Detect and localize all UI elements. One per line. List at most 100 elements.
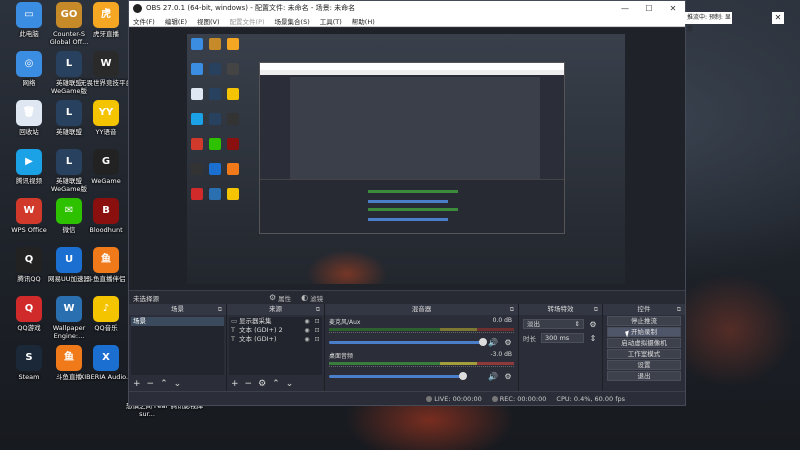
dock-close-icon[interactable]: ⧉	[594, 304, 598, 315]
speaker-icon[interactable]: 🔊	[487, 338, 499, 347]
visibility-eye-icon[interactable]: ◉	[302, 326, 312, 335]
settings-button[interactable]: 设置	[607, 360, 681, 370]
lock-icon[interactable]: ⊡	[312, 326, 322, 335]
rec-indicator-icon	[491, 395, 498, 402]
transition-type-select[interactable]: 淡出 ⇕	[523, 319, 584, 329]
app-icon: W	[16, 198, 42, 224]
app-icon: YY	[93, 100, 119, 126]
app-icon: Q	[16, 247, 42, 273]
gear-icon[interactable]: ⚙	[588, 320, 598, 329]
desktop-icon-label: QQ音乐	[94, 324, 118, 332]
dock-close-icon[interactable]: ⧉	[510, 304, 514, 315]
cpu-fps-status: CPU: 0.4%, 60.00 fps	[556, 394, 625, 403]
gear-icon[interactable]: ⚙	[258, 379, 266, 389]
move-down-icon[interactable]: ⌄	[286, 379, 294, 389]
remove-icon[interactable]: −	[245, 379, 253, 389]
no-source-selected-label: 未选择源	[133, 294, 159, 303]
desktop-icon[interactable]: YY YY语音	[79, 100, 133, 136]
window-title: OBS 27.0.1 (64-bit, windows) - 配置文件: 未命名…	[146, 4, 356, 12]
exit-button[interactable]: 退出	[607, 371, 681, 381]
visibility-eye-icon[interactable]: ◉	[302, 317, 312, 326]
app-icon: 🗑	[16, 100, 42, 126]
desktop-icon[interactable]: ♪ QQ音乐	[79, 296, 133, 332]
visibility-eye-icon[interactable]: ◉	[302, 335, 312, 344]
text-icon: T	[231, 326, 235, 334]
preview-area[interactable]	[129, 28, 685, 290]
window-titlebar: OBS 27.0.1 (64-bit, windows) - 配置文件: 未命名…	[129, 1, 685, 15]
dock-close-icon[interactable]: ⧉	[316, 304, 320, 315]
desktop-icon[interactable]: B Bloodhunt	[79, 198, 133, 234]
transitions-dock: 转场特效 ⧉ 淡出 ⇕ ⚙ 时长 300 ms ⇕	[519, 304, 603, 391]
source-item[interactable]: T 文本 (GDI+) ◉ ⊡	[229, 335, 322, 344]
mixer-track-mic: 麦克风/Aux 0.0 dB 🔊 ⚙	[329, 317, 514, 347]
lock-icon[interactable]: ⊡	[312, 317, 322, 326]
minimize-button[interactable]: —	[613, 4, 637, 13]
preview-canvas[interactable]	[187, 34, 625, 284]
scene-item[interactable]: 场景	[131, 317, 224, 326]
speaker-icon[interactable]: 🔊	[487, 372, 499, 381]
menu-edit[interactable]: 编辑(E)	[165, 16, 187, 26]
volume-slider[interactable]	[329, 372, 467, 380]
menu-scene-collection[interactable]: 场景集合(S)	[275, 16, 310, 26]
docks: 场景 ⧉ 场景 + − ⌃ ⌄ 来源 ⧉ ▭ 显示器采集 ◉ ⊡ T 文本 (G…	[129, 304, 685, 391]
app-icon: W	[93, 51, 119, 77]
move-up-icon[interactable]: ⌃	[272, 379, 280, 389]
start-virtual-camera-button[interactable]: 启动虚拟摄像机	[607, 338, 681, 348]
gear-icon: ⚙	[269, 293, 277, 302]
status-bar: LIVE: 00:00:00 REC: 00:00:00 CPU: 0.4%, …	[129, 391, 685, 405]
studio-mode-button[interactable]: 工作室模式	[607, 349, 681, 359]
filter-icon: ◐	[301, 293, 309, 302]
scenes-dock-title: 场景 ⧉	[129, 304, 226, 315]
duration-input[interactable]: 300 ms	[541, 333, 584, 343]
start-recording-button[interactable]: 开始录制	[607, 327, 681, 337]
lock-icon[interactable]: ⊡	[312, 335, 322, 344]
obs-window: OBS 27.0.1 (64-bit, windows) - 配置文件: 未命名…	[128, 0, 686, 406]
duration-label: 时长	[523, 335, 536, 343]
mixer-dock-title: 混音器 ⧉	[325, 304, 518, 315]
desktop-icon[interactable]: 鱼斗鱼直播伴侣	[79, 247, 133, 283]
desktop-icon-label: 无畏世界竞技平台	[80, 79, 132, 87]
remove-icon[interactable]: −	[147, 379, 155, 389]
add-icon[interactable]: +	[133, 379, 141, 389]
menu-profile[interactable]: 配置文件(P)	[230, 16, 265, 26]
desktop-icon-label: Bloodhunt	[89, 226, 123, 234]
scenes-toolbar: + − ⌃ ⌄	[129, 377, 226, 391]
dock-close-icon[interactable]: ⧉	[677, 304, 681, 315]
app-icon: ◎	[16, 51, 42, 77]
sources-dock: 来源 ⧉ ▭ 显示器采集 ◉ ⊡ T 文本 (GDI+) 2 ◉ ⊡ T 文本 (…	[227, 304, 325, 391]
move-down-icon[interactable]: ⌄	[174, 379, 182, 389]
obs-logo-icon	[133, 3, 142, 13]
source-item[interactable]: ▭ 显示器采集 ◉ ⊡	[229, 317, 322, 326]
monitor-icon: ▭	[231, 317, 238, 325]
gear-icon[interactable]: ⚙	[502, 338, 514, 347]
desktop-icon[interactable]: W 无畏世界竞技平台	[79, 51, 133, 87]
close-button[interactable]: ✕	[661, 4, 685, 13]
stepper-icon[interactable]: ⇕	[588, 334, 598, 343]
stop-streaming-button[interactable]: 停止推流	[607, 316, 681, 326]
properties-button[interactable]: ⚙ 属性	[269, 293, 291, 303]
filters-button[interactable]: ◐ 滤镜	[301, 293, 323, 303]
desktop-icon[interactable]: 虎虎牙直播	[79, 2, 133, 38]
volume-slider[interactable]	[329, 338, 487, 346]
app-icon: ▶	[16, 149, 42, 175]
menu-view[interactable]: 视图(V)	[197, 16, 220, 26]
desktop-icon-label: 斗鱼直播伴侣	[86, 275, 126, 283]
gear-icon[interactable]: ⚙	[502, 372, 514, 381]
desktop-icon[interactable]: G WeGame	[79, 149, 133, 185]
app-icon: Q	[16, 296, 42, 322]
app-icon: X	[93, 345, 119, 371]
close-icon[interactable]: ✕	[772, 12, 784, 24]
source-toolbar: 未选择源 ⚙ 属性 ◐ 滤镜	[129, 290, 685, 304]
maximize-button[interactable]: ☐	[637, 4, 661, 13]
add-icon[interactable]: +	[231, 379, 239, 389]
menu-file[interactable]: 文件(F)	[133, 16, 155, 26]
menu-tools[interactable]: 工具(T)	[320, 16, 342, 26]
dock-close-icon[interactable]: ⧉	[218, 304, 222, 315]
menu-help[interactable]: 帮助(H)	[352, 16, 375, 26]
live-indicator-icon	[426, 395, 433, 402]
move-up-icon[interactable]: ⌃	[160, 379, 168, 389]
rec-status: REC: 00:00:00	[491, 395, 546, 403]
app-icon: G	[93, 149, 119, 175]
source-item[interactable]: T 文本 (GDI+) 2 ◉ ⊡	[229, 326, 322, 335]
desktop-icon[interactable]: X XIBERIA Audio...	[79, 345, 133, 381]
